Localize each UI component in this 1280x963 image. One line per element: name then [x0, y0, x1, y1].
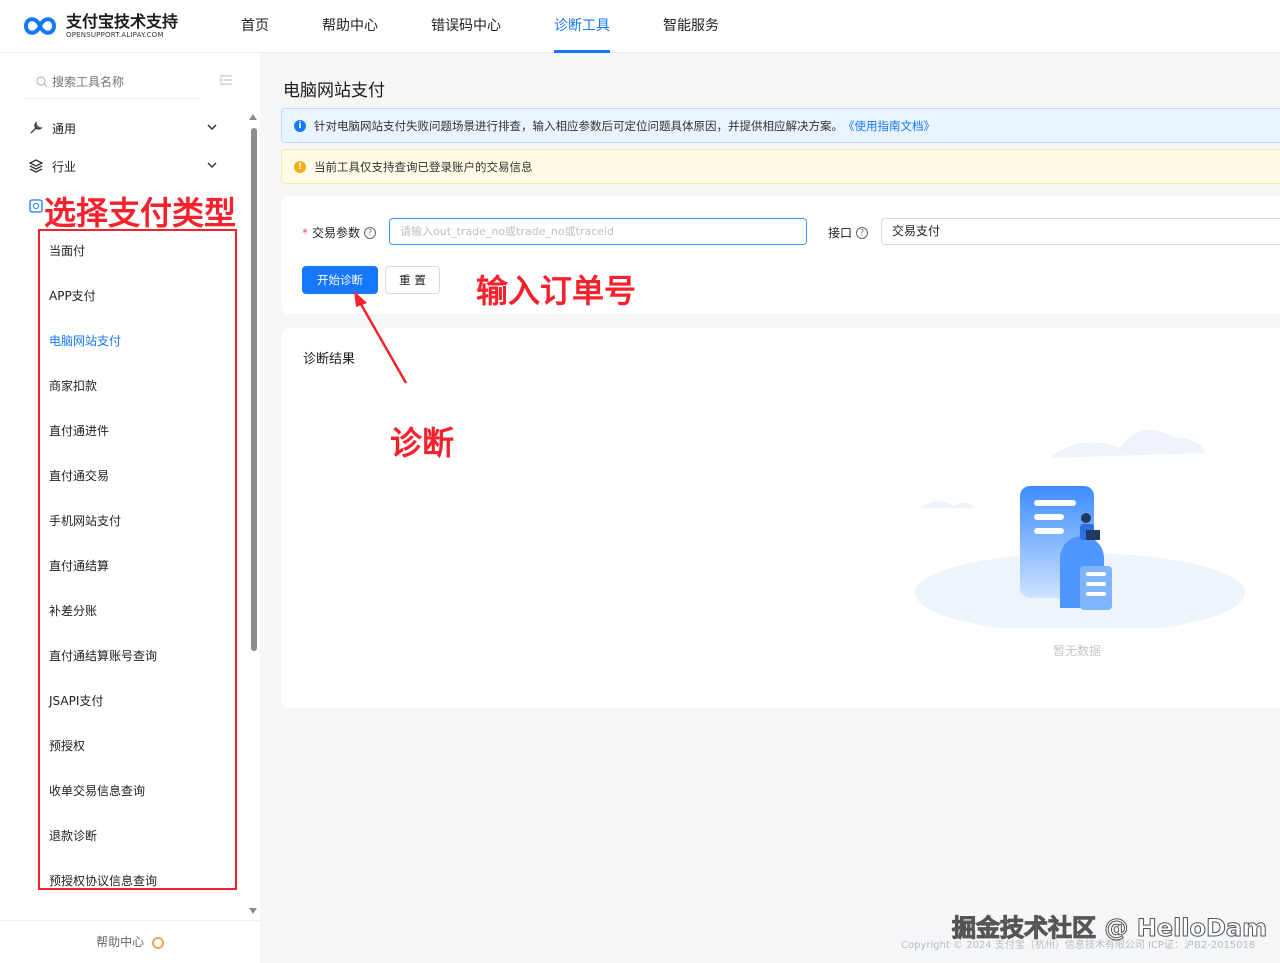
tool-search[interactable]	[24, 65, 200, 99]
annotation-arrow-icon	[354, 291, 408, 384]
trade-param-label: * 交易参数 ?	[302, 224, 377, 241]
help-question-icon[interactable]: ?	[364, 226, 377, 239]
sidebar-group-industry[interactable]: 行业	[28, 154, 228, 178]
sidebar-group-label: 通用	[52, 121, 77, 136]
page-title: 电脑网站支付	[283, 81, 385, 101]
wrench-icon	[30, 121, 43, 134]
diagnose-form: * 交易参数 ? 请输入out_trade_no或trade_no或tracei…	[281, 196, 1280, 314]
trade-param-input[interactable]: 请输入out_trade_no或trade_no或traceid	[389, 218, 807, 245]
warning-alert: ! 当前工具仅支持查询已登录账户的交易信息	[281, 149, 1280, 184]
top-navbar: 支付宝技术支持 OPENSUPPORT.ALIPAY.COM 首页 帮助中心 错…	[0, 0, 1280, 53]
api-label-text: 接口	[828, 226, 853, 240]
result-panel: 诊断结果 暂无数据	[281, 328, 1280, 708]
chevron-down-icon	[207, 162, 217, 169]
warning-icon: !	[294, 160, 306, 173]
help-question-icon[interactable]: ?	[856, 226, 869, 239]
brand-logo[interactable]: 支付宝技术支持 OPENSUPPORT.ALIPAY.COM	[20, 12, 178, 40]
annotation-box	[38, 229, 237, 890]
payment-category-icon	[29, 199, 43, 213]
lightbulb-icon	[151, 936, 164, 949]
nav-help-center[interactable]: 帮助中心	[322, 0, 378, 53]
annotation-select-type: 选择支付类型	[44, 194, 237, 232]
watermark: 掘金技术社区 @ HelloDam	[951, 914, 1268, 943]
alipay-logo-icon	[24, 17, 56, 35]
api-select[interactable]: 交易支付	[881, 218, 1280, 245]
brand-subtitle: OPENSUPPORT.ALIPAY.COM	[66, 30, 164, 39]
nav-diagnostic-tools[interactable]: 诊断工具	[554, 0, 610, 53]
annotation-input-order: 输入订单号	[476, 272, 637, 310]
annotation-diagnose: 诊断	[390, 424, 455, 462]
chevron-down-icon	[207, 124, 217, 131]
info-text: 针对电脑网站支付失败问题场景进行排查，输入相应参数后可定位问题具体原因，并提供相…	[314, 118, 843, 133]
layers-icon	[28, 159, 44, 173]
sidebar-scrollbar[interactable]	[251, 128, 257, 651]
warning-text: 当前工具仅支持查询已登录账户的交易信息	[314, 159, 533, 174]
collapse-menu-icon[interactable]	[219, 73, 233, 87]
info-alert: i 针对电脑网站支付失败问题场景进行排查，输入相应参数后可定位问题具体原因，并提…	[281, 108, 1280, 143]
sidebar-group-general[interactable]: 通用	[28, 116, 228, 140]
scroll-up-arrow[interactable]	[249, 114, 257, 120]
info-icon: i	[294, 119, 306, 132]
guide-doc-link[interactable]: 《使用指南文档》	[843, 118, 935, 134]
nav-home[interactable]: 首页	[241, 0, 269, 53]
brand-title: 支付宝技术支持	[66, 11, 179, 31]
scroll-down-arrow[interactable]	[249, 908, 257, 914]
main-nav: 首页 帮助中心 错误码中心 诊断工具 智能服务	[241, 0, 772, 53]
empty-state-text: 暂无数据	[1053, 644, 1102, 658]
trade-param-text: 交易参数	[312, 226, 361, 240]
help-label: 帮助中心	[96, 935, 145, 949]
search-icon	[36, 75, 48, 87]
nav-smart-service[interactable]: 智能服务	[663, 0, 719, 53]
nav-error-codes[interactable]: 错误码中心	[431, 0, 501, 53]
api-label: 接口 ?	[828, 224, 869, 241]
sidebar-help-link[interactable]: 帮助中心	[0, 920, 260, 963]
empty-state-illustration-icon	[915, 430, 1245, 628]
search-input[interactable]	[52, 74, 192, 89]
required-mark: *	[302, 225, 308, 240]
sidebar-group-label: 行业	[52, 159, 77, 174]
